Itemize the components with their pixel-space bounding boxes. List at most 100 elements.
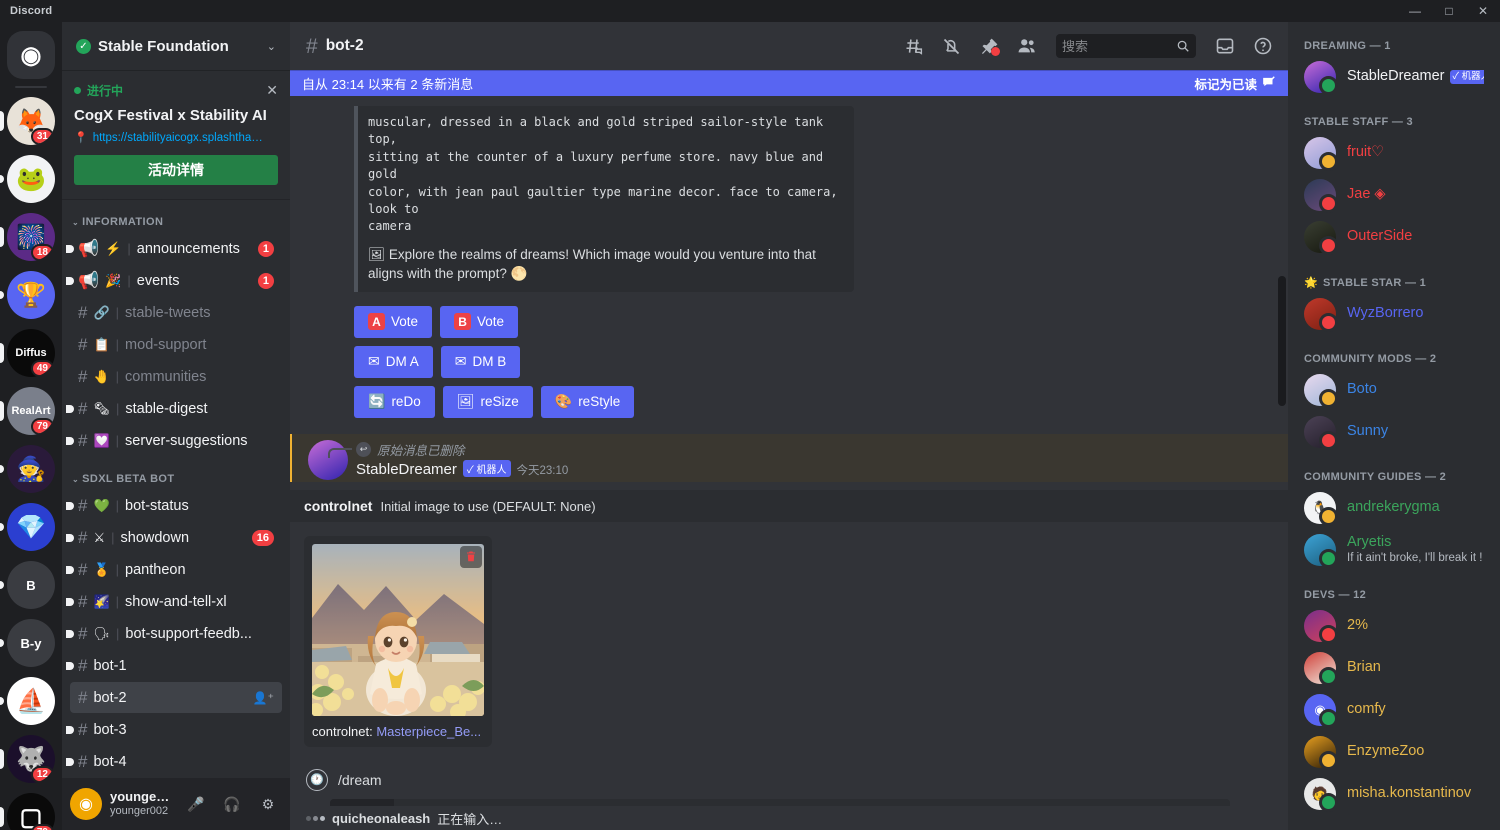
vote-a-button[interactable]: A Vote <box>354 305 433 338</box>
announcement-icon: 📢 <box>78 271 100 290</box>
sidebar-item-communities[interactable]: # 🤚 | communities <box>70 361 282 392</box>
server-rail[interactable]: ◉ 🦊 31 🐸 🎆 18 🏆 Diffus 49 RealArt 79 🧙 💎… <box>0 22 62 830</box>
server-avatar: 🎆 18 <box>7 213 55 261</box>
server-icon-server-fox[interactable]: 🦊 31 <box>0 92 62 150</box>
gear-icon[interactable]: ⚙ <box>254 790 282 818</box>
server-icon-server-pink-o[interactable]: ▢ 79 <box>0 788 62 830</box>
server-avatar: B-y <box>7 619 55 667</box>
minimize-button[interactable]: — <box>1398 0 1432 22</box>
maximize-button[interactable]: □ <box>1432 0 1466 22</box>
chevron-down-icon[interactable]: ⌄ <box>267 40 276 53</box>
sidebar-item-bot-support-feedb[interactable]: # 🗣 | bot-support-feedb... <box>66 618 282 649</box>
member-list-item[interactable]: ◉ comfy <box>1296 689 1492 731</box>
message-scrollbar[interactable] <box>1278 276 1286 406</box>
dm-b-button[interactable]: ✉ DM B <box>440 345 521 378</box>
server-icon-server-gem[interactable]: 💎 <box>0 498 62 556</box>
restyle-button[interactable]: 🎨 reStyle <box>540 385 635 418</box>
search-box[interactable] <box>1056 34 1196 58</box>
avatar[interactable]: ◉ <box>70 788 102 820</box>
hash-icon: # <box>78 656 88 675</box>
server-icon-server-green-frog[interactable]: 🐸 <box>0 150 62 208</box>
member-list-item[interactable]: StableDreamer ✓ 机器人 <box>1296 56 1492 98</box>
sidebar-item-bot-4[interactable]: # bot-4 <box>66 746 282 777</box>
close-icon[interactable]: ✕ <box>266 82 278 99</box>
sidebar-item-events[interactable]: 📢 🎉 | events 1 <box>66 265 282 296</box>
member-list-item[interactable]: Brian <box>1296 647 1492 689</box>
server-icon-server-diffus[interactable]: Diffus 49 <box>0 324 62 382</box>
member-list-item[interactable]: fruit♡ <box>1296 132 1492 174</box>
member-list[interactable]: DREAMING — 1 StableDreamer ✓ 机器人 STABLE … <box>1288 22 1500 830</box>
sidebar-item-stable-digest[interactable]: # 🗞 | stable-digest <box>66 393 282 424</box>
server-icon-server-by[interactable]: B-y <box>0 614 62 672</box>
member-list-item[interactable]: 🐧 andrekerygma <box>1296 487 1492 529</box>
event-link[interactable]: https://stabilityaicogx.splashthat.c... <box>93 132 265 144</box>
server-icon-server-trophy[interactable]: 🏆 <box>0 266 62 324</box>
member-list-item[interactable]: Aryetis If it ain't broke, I'll break it… <box>1296 529 1492 571</box>
sidebar-item-showdown[interactable]: # ⚔ | showdown 16 <box>66 522 282 553</box>
channel-list[interactable]: ⌄ INFORMATION 📢 ⚡ | announcements 1 📢 🎉 | events 1… <box>62 200 290 778</box>
member-list-icon[interactable] <box>1012 31 1042 61</box>
controlnet-image-card[interactable]: controlnet: Masterpiece_Be... <box>304 535 492 747</box>
trash-icon[interactable] <box>460 545 482 568</box>
unread-badge: 79 <box>30 418 54 435</box>
member-list-item[interactable]: EnzymeZoo <box>1296 731 1492 773</box>
message-author[interactable]: StableDreamer <box>356 461 457 478</box>
new-messages-bar[interactable]: 自从 23:14 以来有 2 条新消息 标记为已读 <box>290 70 1288 96</box>
event-details-button[interactable]: 活动详情 <box>74 155 278 185</box>
pinned-messages-icon[interactable] <box>974 31 1004 61</box>
channel-emoji-icon: 🏅 <box>93 561 110 577</box>
sidebar-item-pantheon[interactable]: # 🏅 | pantheon <box>66 554 282 585</box>
headphones-icon[interactable]: 🎧 <box>218 790 246 818</box>
member-list-item[interactable]: Boto <box>1296 369 1492 411</box>
microphone-icon[interactable]: 🎤 <box>182 790 210 818</box>
guild-header[interactable]: ✓ Stable Foundation ⌄ <box>62 22 290 70</box>
controlnet-thumbnail[interactable] <box>312 543 484 716</box>
member-list-item[interactable]: 2% <box>1296 605 1492 647</box>
sidebar-item-bot-2[interactable]: # bot-2 👤⁺ <box>70 682 282 713</box>
inbox-icon[interactable] <box>1210 31 1240 61</box>
threads-icon[interactable] <box>898 31 928 61</box>
dm-a-button[interactable]: ✉ DM A <box>354 345 433 378</box>
server-icon-server-purple-cat[interactable]: 🐺 12 <box>0 730 62 788</box>
member-list-item[interactable]: Jae ◈ <box>1296 174 1492 216</box>
member-list-item[interactable]: WyzBorrero <box>1296 293 1492 335</box>
server-icon-server-realart[interactable]: RealArt 79 <box>0 382 62 440</box>
member-list-item[interactable]: Sunny <box>1296 411 1492 453</box>
resize-button[interactable]: 🖼 reSize <box>442 385 533 418</box>
member-list-item[interactable]: 🧑 misha.konstantinov <box>1296 773 1492 815</box>
member-list-item[interactable]: OuterSide <box>1296 216 1492 258</box>
vote-b-button[interactable]: B Vote <box>440 305 519 338</box>
server-icon-server-purple[interactable]: 🎆 18 <box>0 208 62 266</box>
channel-category-information[interactable]: ⌄ INFORMATION <box>62 200 290 232</box>
server-icon-server-rainbow-boat[interactable]: ⛵ <box>0 672 62 730</box>
notification-off-icon[interactable] <box>936 31 966 61</box>
channel-name: bot-3 <box>93 721 127 738</box>
sidebar-item-bot-1[interactable]: # bot-1 <box>66 650 282 681</box>
redo-button[interactable]: 🔄 reDo <box>354 385 435 418</box>
channel-divider: | <box>115 433 120 448</box>
search-input[interactable] <box>1062 38 1172 54</box>
sidebar-item-server-suggestions[interactable]: # 💟 | server-suggestions <box>66 425 282 456</box>
help-icon[interactable] <box>1248 31 1278 61</box>
avatar[interactable] <box>308 439 348 480</box>
server-icon-server-b[interactable]: B <box>0 556 62 614</box>
controlnet-header: controlnet Initial image to use (DEFAULT… <box>290 489 1288 522</box>
sidebar-item-stable-tweets[interactable]: # 🔗 | stable-tweets <box>70 297 282 328</box>
close-button[interactable]: ✕ <box>1466 0 1500 22</box>
channel-category-sdxl-beta-bot[interactable]: ⌄ SDXL BETA BOT <box>62 457 290 489</box>
server-icon-server-portrait[interactable]: 🧙 <box>0 440 62 498</box>
create-invite-icon[interactable]: 👤⁺ <box>253 691 274 705</box>
server-icon-discord-home[interactable]: ◉ <box>0 26 62 84</box>
mark-as-read-button[interactable]: 标记为已读 <box>1194 74 1276 93</box>
sidebar-item-mod-support[interactable]: # 📋 | mod-support <box>70 329 282 360</box>
sidebar-item-announcements[interactable]: 📢 ⚡ | announcements 1 <box>66 233 282 264</box>
unread-pill <box>0 697 4 705</box>
sidebar-item-bot-status[interactable]: # 💚 | bot-status <box>66 490 282 521</box>
sidebar-item-bot-3[interactable]: # bot-3 <box>66 714 282 745</box>
member-name-text: Boto <box>1347 381 1377 398</box>
hash-icon: # <box>78 528 88 547</box>
member-name-text: misha.konstantinov <box>1347 785 1472 802</box>
sidebar-item-show-and-tell-xl[interactable]: # 🌠 | show-and-tell-xl <box>66 586 282 617</box>
controlnet-caption-link[interactable]: Masterpiece_Be... <box>376 724 481 739</box>
message-scroller[interactable]: muscular, dressed in a black and gold st… <box>290 70 1288 830</box>
